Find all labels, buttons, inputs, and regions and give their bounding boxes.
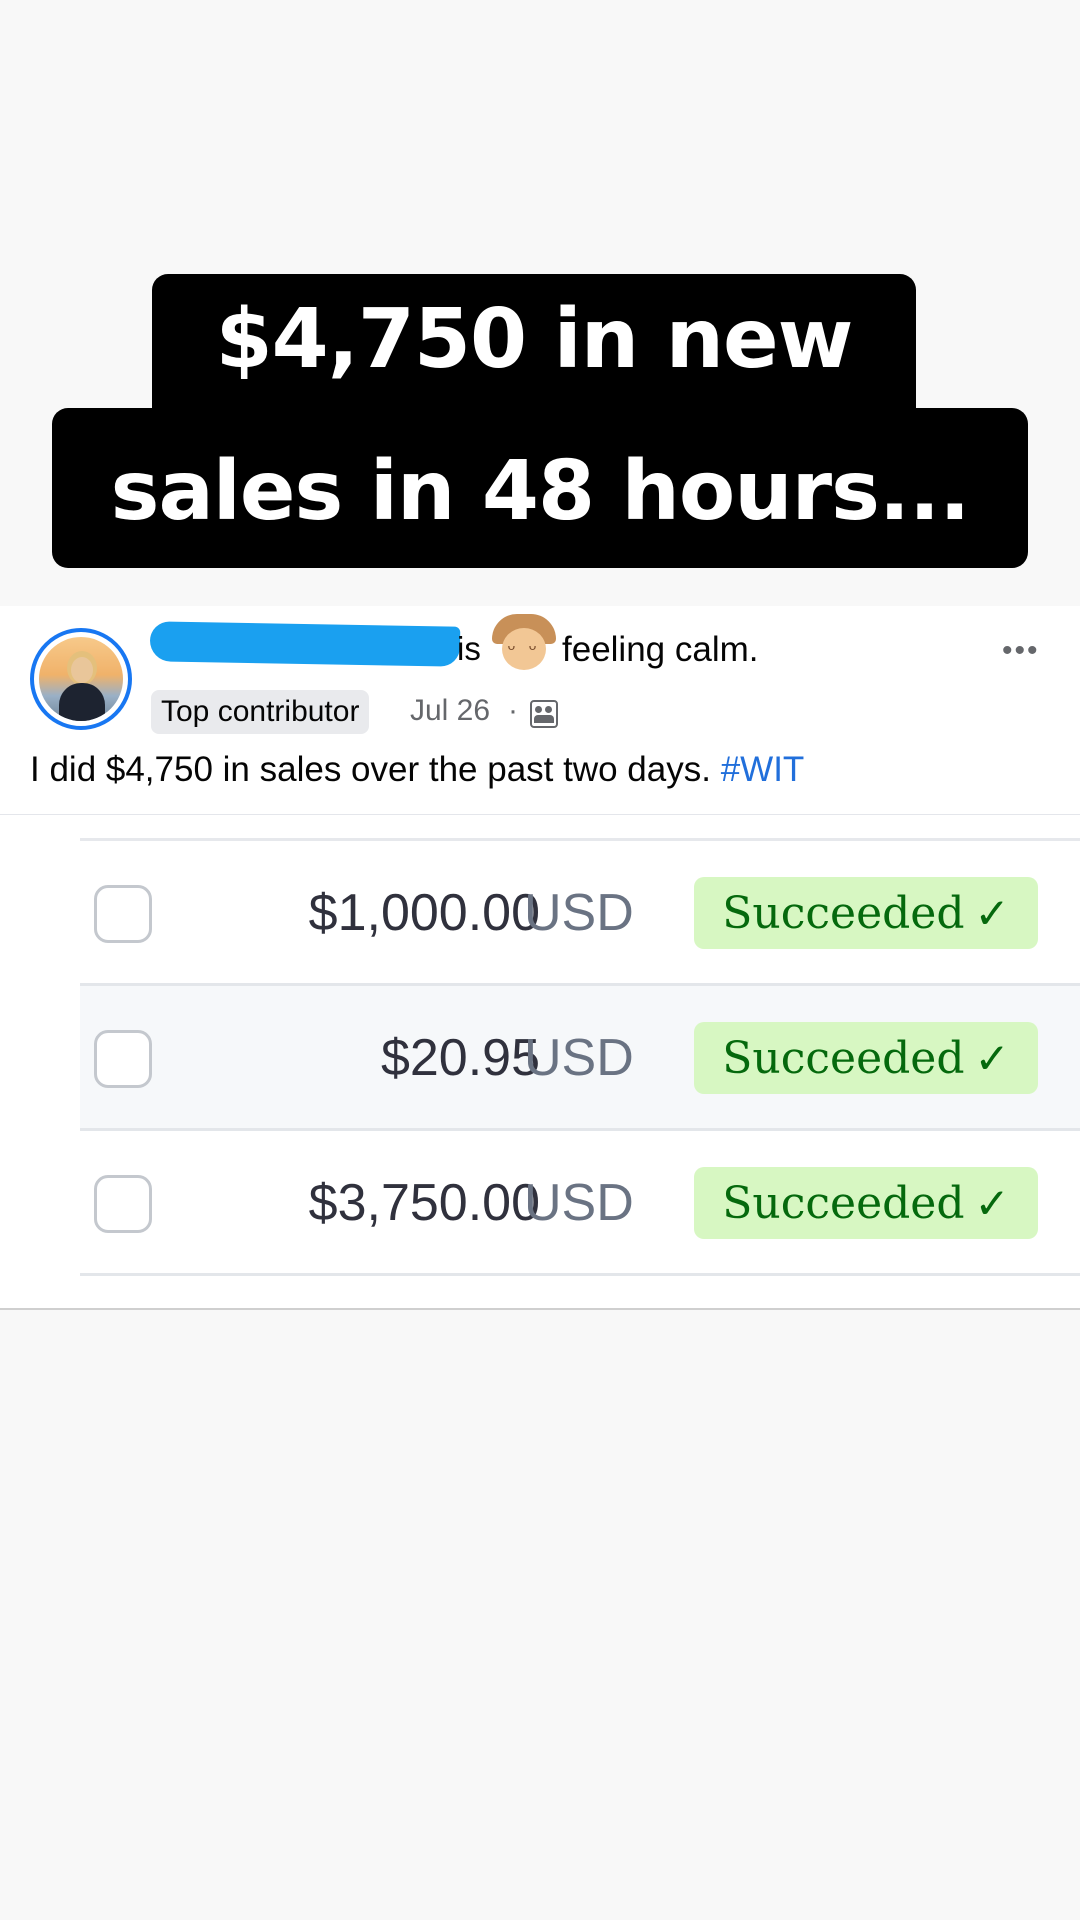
status-label: Succeeded — [722, 887, 965, 939]
payment-amount: $1,000.00 — [308, 884, 540, 942]
status-label: Succeeded — [722, 1177, 965, 1229]
redacted-author-name — [149, 621, 461, 667]
post-bottom-border — [0, 1308, 1080, 1310]
post-body: I did $4,750 in sales over the past two … — [30, 750, 804, 790]
author-name-suffix: is — [457, 630, 481, 667]
group-audience-icon — [530, 700, 558, 728]
row-checkbox[interactable] — [94, 1030, 152, 1088]
row-checkbox[interactable] — [94, 885, 152, 943]
status-badge: Succeeded ✓ — [694, 1022, 1038, 1094]
check-icon: ✓ — [974, 1033, 1010, 1083]
payment-amount: $3,750.00 — [308, 1174, 540, 1232]
check-icon: ✓ — [974, 888, 1010, 938]
post-card: is ᵕ ᵕ feeling calm. ••• Top contributor… — [0, 606, 1080, 1310]
avatar-photo — [39, 637, 123, 721]
check-icon: ✓ — [974, 1178, 1010, 1228]
feeling-text: feeling calm. — [562, 630, 759, 669]
hashtag-link[interactable]: #WIT — [721, 750, 805, 789]
calm-emoji-face: ᵕ ᵕ — [502, 628, 546, 670]
table-row[interactable]: $1,000.00 USD Succeeded ✓ — [80, 841, 1080, 986]
post-body-text: I did $4,750 in sales over the past two … — [30, 750, 711, 789]
headline-line-2: sales in 48 hours... — [52, 408, 1028, 568]
payment-currency: USD — [524, 1174, 634, 1232]
row-checkbox[interactable] — [94, 1175, 152, 1233]
status-label: Succeeded — [722, 1032, 965, 1084]
table-row[interactable]: $3,750.00 USD Succeeded ✓ — [80, 1131, 1080, 1276]
top-contributor-badge: Top contributor — [151, 690, 370, 734]
payment-currency: USD — [524, 1029, 634, 1087]
avatar[interactable] — [30, 628, 132, 730]
payment-amount: $20.95 — [380, 1029, 540, 1087]
status-badge: Succeeded ✓ — [694, 1167, 1038, 1239]
separator-dot: · — [508, 694, 518, 727]
post-date[interactable]: Jul 26 — [410, 694, 490, 728]
headline-line-1: $4,750 in new — [152, 274, 916, 430]
status-badge: Succeeded ✓ — [694, 877, 1038, 949]
more-options-icon[interactable]: ••• — [1002, 634, 1040, 668]
divider — [0, 814, 1080, 815]
table-row[interactable]: $20.95 USD Succeeded ✓ — [80, 986, 1080, 1131]
payment-currency: USD — [524, 884, 634, 942]
